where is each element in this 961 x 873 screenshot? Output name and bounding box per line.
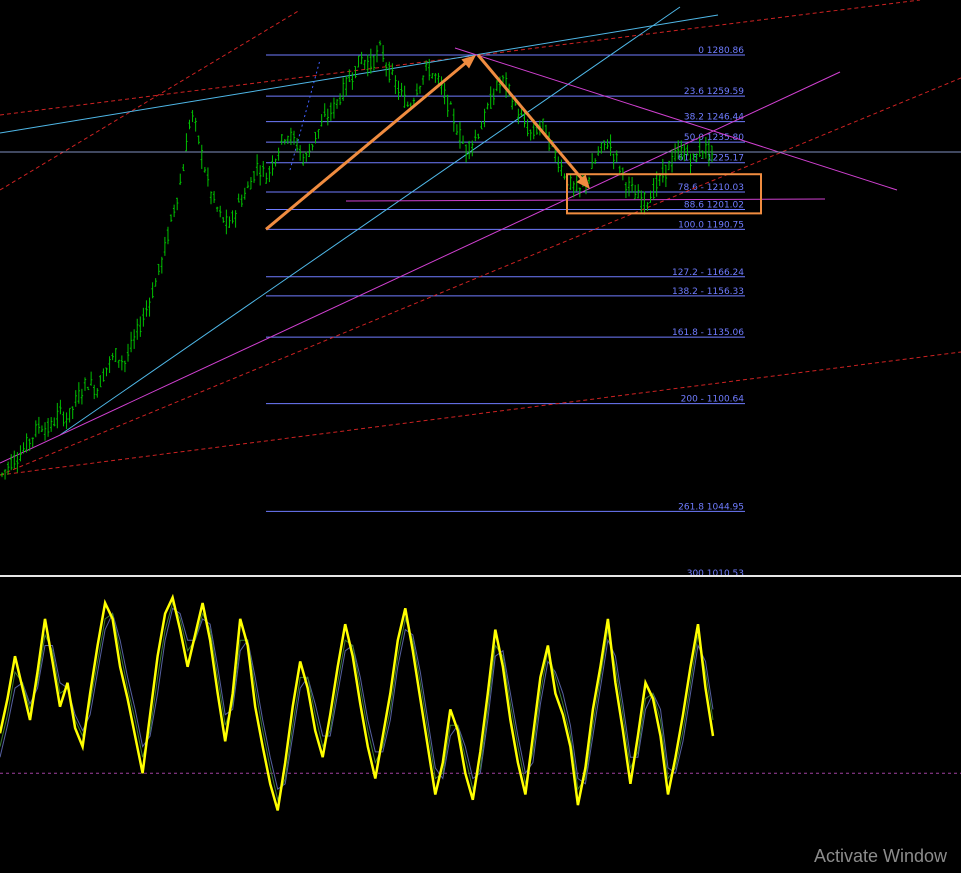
oscillator-lines [0,593,715,811]
magenta-trendline-falling [454,47,898,191]
red-dashed-trendline-low [0,351,961,476]
fib-level-label: 88.6 1201.02 [684,200,744,210]
fib-level-label: 78.6 - 1210.03 [678,183,744,193]
price-candles [0,40,714,480]
fib-level-label: 138.2 - 1156.33 [672,287,744,297]
red-dashed-trendline-upper-left [0,9,301,191]
oscillator-pane [0,577,961,873]
activate-windows-watermark: Activate Window [814,846,948,866]
fib-level-label: 0 1280.86 [698,46,744,56]
fib-level-label: 261.8 1044.95 [678,502,744,512]
price-chart: 0 1280.8623.6 1259.5938.2 1246.4450.0 12… [0,0,961,575]
fib-level-label: 161.8 - 1135.06 [672,328,744,338]
price-chart-pane: 0 1280.86 23.6 1259.59 38.2 1246.44 50.0 12… [0,0,961,575]
oscillator-series-line [0,593,715,811]
oscillator-chart [0,593,961,811]
orange-arrow-down [476,54,584,180]
blue-dotted-line [289,59,321,171]
fib-level-label: 100.0 1190.75 [678,220,744,230]
fib-level-label: 200 - 1100.64 [681,395,745,405]
red-dashed-trendline-mid [0,77,961,476]
fib-level-label: 23.6 1259.59 [684,87,744,97]
fib-level-label: 127.2 - 1166.24 [672,268,744,278]
cyan-trendline-upper [0,14,719,134]
fibonacci-levels: 0 1280.8623.6 1259.5938.2 1246.4450.0 12… [266,46,745,575]
magenta-horizontal-line [345,198,826,202]
cyan-trendline-lower [59,6,681,436]
